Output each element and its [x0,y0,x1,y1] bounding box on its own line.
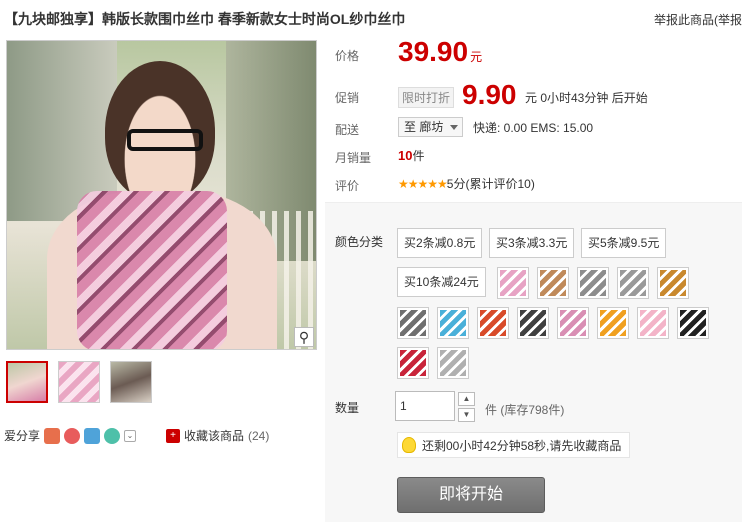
sku-swatch-5[interactable] [657,267,689,299]
thumbnail-1[interactable] [6,361,48,403]
rating-stars: ★★★★★ [398,177,448,191]
sku-panel: 颜色分类 买2条减0.8元 买3条减3.3元 买5条减9.5元 买10条减24元… [325,202,742,522]
promo-countdown: 元 0小时43分钟 后开始 [525,91,648,105]
sku-swatch-9[interactable] [517,307,549,339]
sku-label: 颜色分类 [335,235,384,249]
share-icon-1[interactable] [44,427,61,444]
report-link[interactable]: 举报此商品(举报 [654,11,742,28]
sku-swatch-6[interactable] [397,307,429,339]
sales-label: 月销量 [335,151,372,165]
thumbnail-3[interactable] [110,361,152,403]
sku-swatch-15[interactable] [437,347,469,379]
sku-swatch-11[interactable] [597,307,629,339]
sku-swatch-10[interactable] [557,307,589,339]
sku-option-2[interactable]: 买3条减3.3元 [489,228,575,258]
favorite-icon: + [166,428,180,443]
sku-swatch-8[interactable] [477,307,509,339]
thumbnail-list [6,361,152,403]
sku-swatch-12[interactable] [637,307,669,339]
sku-swatch-2[interactable] [537,267,569,299]
share-icon-4[interactable] [104,427,121,444]
sku-option-3[interactable]: 买5条减9.5元 [581,228,667,258]
lightbulb-icon [402,437,416,453]
promo-label: 促销 [335,91,360,105]
favorite-link[interactable]: + 收藏该商品 (24) [166,427,269,444]
sku-swatch-14[interactable] [397,347,429,379]
thumbnail-2[interactable] [58,361,100,403]
price-value: 39.90 元 [398,36,483,67]
weibo-icon[interactable] [64,427,81,444]
price-label: 价格 [335,49,360,63]
sku-swatch-13[interactable] [677,307,709,339]
zoom-icon[interactable]: ⚲ [294,327,314,347]
delivery-label: 配送 [335,123,360,137]
sku-option-4[interactable]: 买10条减24元 [397,267,486,297]
sku-swatch-1[interactable] [497,267,529,299]
rating-label: 评价 [335,179,360,193]
countdown-tip: 还剩00小时42分钟58秒,请先收藏商品 [397,432,631,458]
sku-swatch-4[interactable] [617,267,649,299]
quantity-input[interactable] [395,391,455,421]
product-main-image[interactable]: ⚲ [6,40,317,350]
stock-info: 件 (库存798件) [485,403,565,417]
buy-button[interactable]: 即将开始 [397,477,545,513]
more-share-icon[interactable]: ⌄ [124,429,137,442]
product-title: 【九块邮独享】韩版长款围巾丝巾 春季新款女士时尚OL纱巾丝巾 [4,11,406,27]
sku-swatch-7[interactable] [437,307,469,339]
monthly-sales: 10件 [398,148,425,163]
quantity-increase[interactable]: ▲ [458,392,475,406]
chevron-down-icon [450,125,458,130]
qzone-icon[interactable] [84,427,101,444]
quantity-decrease[interactable]: ▼ [458,408,475,422]
sku-swatch-3[interactable] [577,267,609,299]
promo-price: 9.90 [462,79,517,110]
sku-option-1[interactable]: 买2条减0.8元 [397,228,483,258]
share-bar: 爱分享 ⌄ [4,427,137,444]
quantity-label: 数量 [335,401,360,415]
shipping-fee: 快递: 0.00 EMS: 15.00 [473,121,594,135]
promo-tag: 限时打折 [398,87,455,108]
share-label: 爱分享 [4,429,41,443]
rating[interactable]: ★★★★★5分(累计评价10) [398,175,535,192]
delivery-location-select[interactable]: 至 廊坊 [398,117,463,137]
